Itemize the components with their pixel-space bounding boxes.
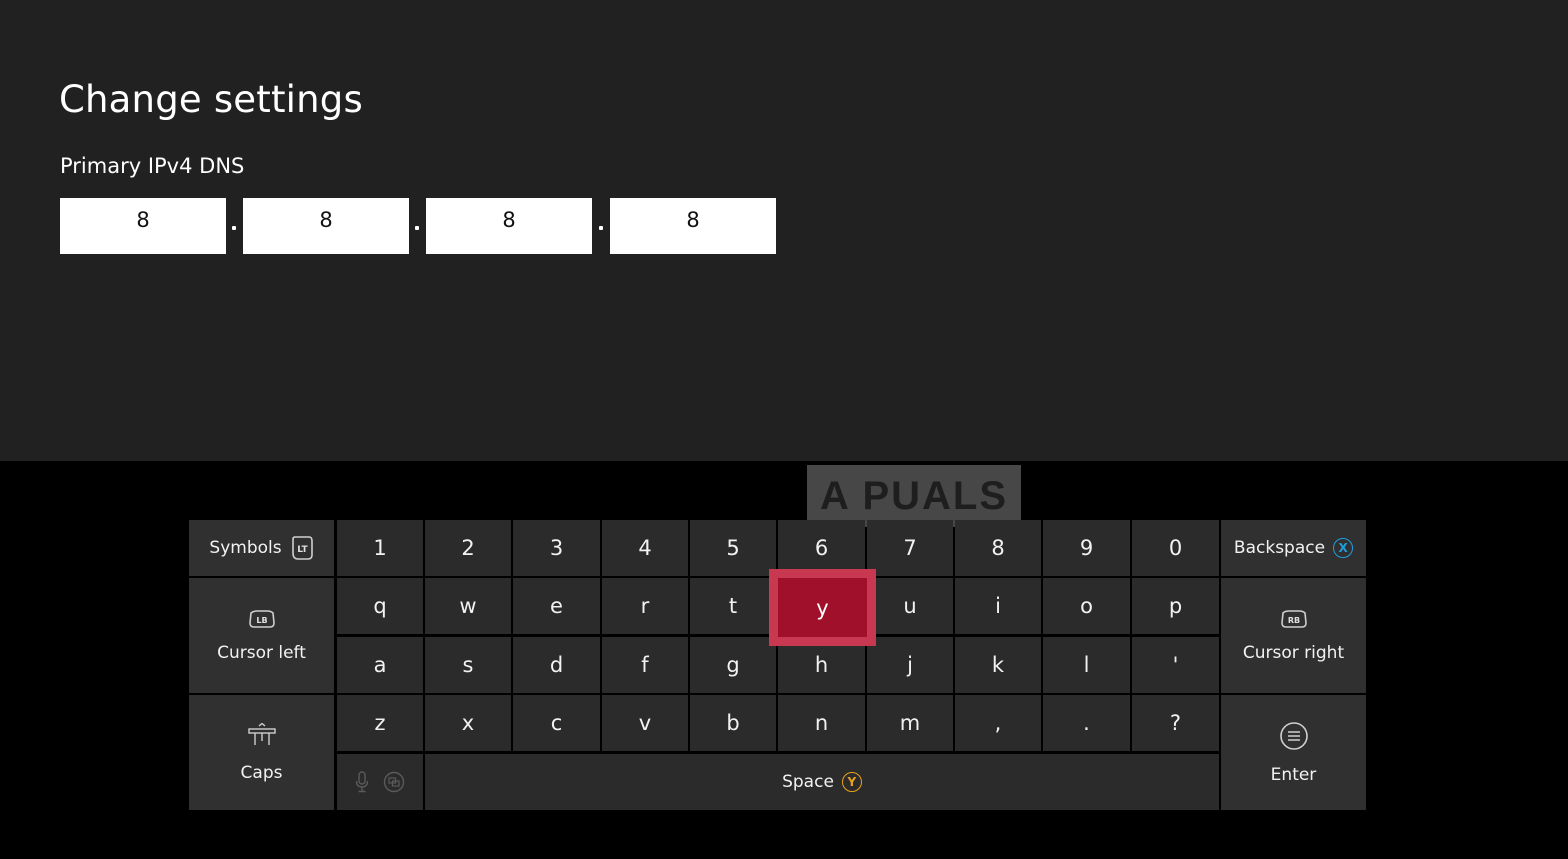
key-f[interactable]: f [602, 637, 688, 693]
y-button-icon: Y [841, 772, 862, 792]
octet-separator [415, 226, 419, 230]
dns-field-label: Primary IPv4 DNS [60, 154, 245, 178]
dns-octet-1-input[interactable]: 8 [60, 198, 226, 254]
enter-label: Enter [1270, 764, 1317, 785]
key-6[interactable]: 6 [778, 520, 865, 576]
caps-icon [247, 722, 277, 749]
key-question[interactable]: ? [1132, 695, 1219, 751]
key-d[interactable]: d [513, 637, 600, 693]
key-1[interactable]: 1 [337, 520, 423, 576]
key-j[interactable]: j [867, 637, 953, 693]
key-g[interactable]: g [690, 637, 776, 693]
key-w[interactable]: w [425, 578, 511, 634]
key-period[interactable]: . [1043, 695, 1130, 751]
cursor-left-label: Cursor left [217, 642, 306, 663]
backspace-key[interactable]: Backspace X [1221, 520, 1366, 576]
cursor-right-key[interactable]: RB Cursor right [1221, 578, 1366, 693]
key-o[interactable]: o [1043, 578, 1130, 634]
key-u[interactable]: u [867, 578, 953, 634]
key-8[interactable]: 8 [955, 520, 1041, 576]
dns-octet-2-input[interactable]: 8 [243, 198, 409, 254]
key-r[interactable]: r [602, 578, 688, 634]
key-n[interactable]: n [778, 695, 865, 751]
key-l[interactable]: l [1043, 637, 1130, 693]
key-b[interactable]: b [690, 695, 776, 751]
key-3[interactable]: 3 [513, 520, 600, 576]
on-screen-keyboard: Symbols LT Backspace X LB Cursor left RB… [189, 520, 1366, 810]
lb-bumper-icon: LB [247, 609, 277, 629]
dns-octet-4-input[interactable]: 8 [610, 198, 776, 254]
key-z[interactable]: z [337, 695, 423, 751]
key-y[interactable]: y [769, 569, 876, 646]
watermark-text: A PUALS [819, 473, 1009, 518]
key-c[interactable]: c [513, 695, 600, 751]
caps-label: Caps [240, 762, 283, 783]
lt-glyph: LT [297, 545, 308, 555]
enter-key[interactable]: Enter [1221, 695, 1366, 810]
key-v[interactable]: v [602, 695, 688, 751]
symbols-key-label: Symbols [209, 538, 282, 558]
rb-glyph: RB [1287, 616, 1299, 625]
cursor-right-label: Cursor right [1242, 642, 1345, 663]
view-button-icon [383, 771, 405, 793]
key-t[interactable]: t [690, 578, 776, 634]
symbols-key[interactable]: Symbols LT [189, 520, 334, 576]
lb-glyph: LB [256, 616, 267, 625]
menu-button-icon [1279, 721, 1309, 751]
key-4[interactable]: 4 [602, 520, 688, 576]
key-k[interactable]: k [955, 637, 1041, 693]
key-0[interactable]: 0 [1132, 520, 1219, 576]
space-key[interactable]: Space Y [425, 754, 1219, 810]
rb-bumper-icon: RB [1279, 609, 1309, 629]
cursor-left-key[interactable]: LB Cursor left [189, 578, 334, 693]
key-9[interactable]: 9 [1043, 520, 1130, 576]
dns-octet-3-input[interactable]: 8 [426, 198, 592, 254]
key-a[interactable]: a [337, 637, 423, 693]
voice-dictation-key[interactable] [337, 754, 423, 810]
key-2[interactable]: 2 [425, 520, 511, 576]
page-title: Change settings [59, 78, 363, 121]
octet-separator [599, 226, 603, 230]
key-m[interactable]: m [867, 695, 953, 751]
space-key-label: Space [782, 772, 834, 792]
key-7[interactable]: 7 [867, 520, 953, 576]
caps-key[interactable]: Caps [189, 695, 334, 810]
key-e[interactable]: e [513, 578, 600, 634]
octet-separator [232, 226, 236, 230]
key-s[interactable]: s [425, 637, 511, 693]
lt-trigger-icon: LT [290, 535, 314, 561]
key-q[interactable]: q [337, 578, 423, 634]
key-5[interactable]: 5 [690, 520, 776, 576]
watermark-logo: A PUALS [807, 465, 1021, 527]
key-p[interactable]: p [1132, 578, 1219, 634]
x-button-icon: X [1333, 538, 1354, 558]
backspace-key-label: Backspace [1233, 538, 1326, 558]
key-apostrophe[interactable]: ' [1132, 637, 1219, 693]
key-x[interactable]: x [425, 695, 511, 751]
key-comma[interactable]: , [955, 695, 1041, 751]
microphone-icon [355, 771, 369, 793]
settings-panel: Change settings Primary IPv4 DNS 8 8 8 8 [0, 0, 1568, 461]
key-i[interactable]: i [955, 578, 1041, 634]
